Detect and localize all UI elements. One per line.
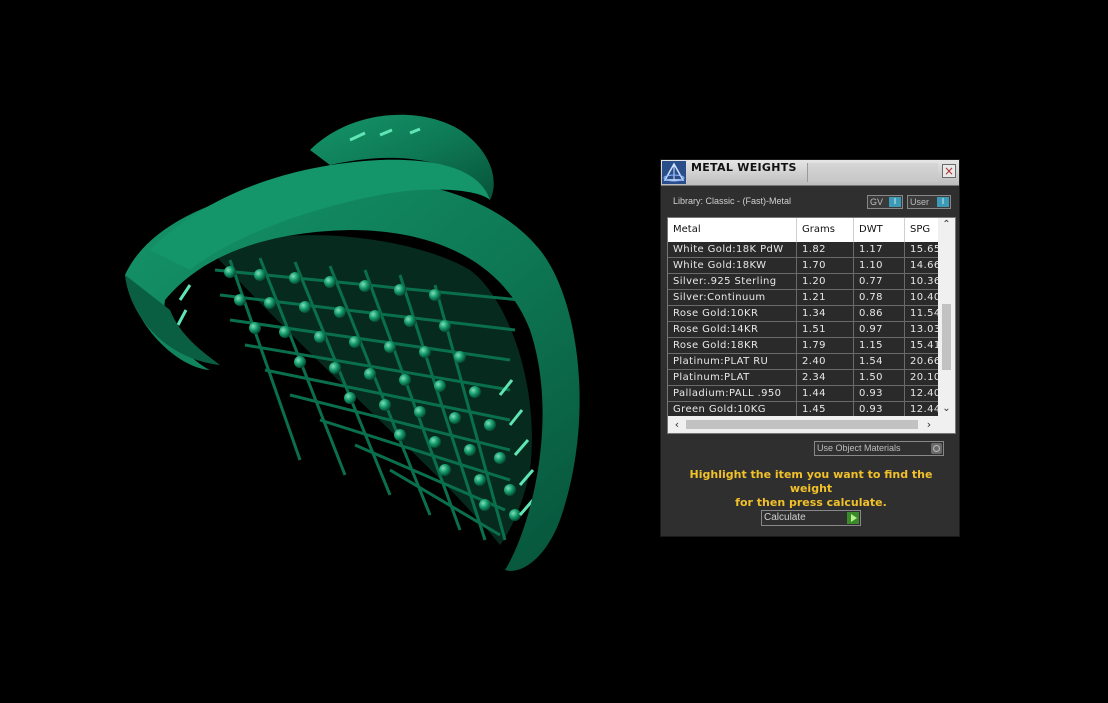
metal-table-viewport: Metal Grams DWT SPG White Gold:18K PdW 1.… bbox=[668, 218, 938, 416]
calculate-label: Calculate bbox=[764, 512, 806, 523]
table-row[interactable]: Platinum:PLAT 2.34 1.50 20.10 bbox=[668, 370, 938, 386]
cell-dwt: 0.86 bbox=[854, 306, 905, 321]
cell-metal: Rose Gold:14KR bbox=[668, 322, 797, 337]
cell-grams: 1.21 bbox=[797, 290, 854, 305]
cell-spg: 13.03 bbox=[905, 322, 938, 337]
ring-inner-back-band bbox=[210, 235, 532, 545]
metal-weights-dialog: METAL WEIGHTS × Library: Classic - (Fast… bbox=[660, 159, 960, 537]
cell-dwt: 1.10 bbox=[854, 258, 905, 273]
cell-grams: 1.20 bbox=[797, 274, 854, 289]
cell-grams: 1.44 bbox=[797, 386, 854, 401]
cell-metal: White Gold:18K PdW bbox=[668, 242, 797, 257]
3d-viewport[interactable]: METAL WEIGHTS × Library: Classic - (Fast… bbox=[0, 0, 1108, 703]
chevron-right-icon[interactable]: › bbox=[922, 416, 936, 433]
table-row[interactable]: Palladium:PALL .950 1.44 0.93 12.40 bbox=[668, 386, 938, 402]
cell-dwt: 1.50 bbox=[854, 370, 905, 385]
table-row[interactable]: White Gold:18K PdW 1.82 1.17 15.65 bbox=[668, 242, 938, 258]
cell-dwt: 1.54 bbox=[854, 354, 905, 369]
table-header-row: Metal Grams DWT SPG bbox=[668, 218, 938, 242]
horizontal-scrollbar[interactable]: ‹ › bbox=[668, 416, 955, 433]
table-row[interactable]: Platinum:PLAT RU 2.40 1.54 20.66 bbox=[668, 354, 938, 370]
cell-metal: Silver:Continuum bbox=[668, 290, 797, 305]
gv-toggle-label: GV bbox=[870, 197, 884, 207]
cell-dwt: 0.93 bbox=[854, 386, 905, 401]
cell-dwt: 0.77 bbox=[854, 274, 905, 289]
cell-spg: 15.65 bbox=[905, 242, 938, 257]
cell-dwt: 1.15 bbox=[854, 338, 905, 353]
cell-spg: 20.10 bbox=[905, 370, 938, 385]
vertical-scrollbar[interactable]: ⌃ ⌄ bbox=[938, 218, 955, 416]
vertical-scroll-thumb[interactable] bbox=[942, 304, 951, 370]
use-object-materials-label: Use Object Materials bbox=[817, 443, 901, 453]
user-toggle[interactable]: User I bbox=[907, 195, 951, 209]
cell-grams: 2.34 bbox=[797, 370, 854, 385]
cell-grams: 2.40 bbox=[797, 354, 854, 369]
instructions-line-1: Highlight the item you want to find the … bbox=[689, 468, 933, 495]
cell-metal: White Gold:18KW bbox=[668, 258, 797, 273]
metal-table[interactable]: Metal Grams DWT SPG White Gold:18K PdW 1.… bbox=[667, 217, 956, 434]
table-body: White Gold:18K PdW 1.82 1.17 15.65 White Gol… bbox=[668, 242, 938, 416]
cell-spg: 12.44 bbox=[905, 402, 938, 416]
pyramid-logo-icon bbox=[662, 161, 686, 184]
cell-dwt: 1.17 bbox=[854, 242, 905, 257]
column-header-spg[interactable]: SPG bbox=[905, 218, 938, 242]
cell-dwt: 0.93 bbox=[854, 402, 905, 416]
cell-metal: Green Gold:10KG bbox=[668, 402, 797, 416]
horizontal-scroll-thumb[interactable] bbox=[686, 420, 918, 429]
instructions-text: Highlight the item you want to find the … bbox=[671, 468, 951, 510]
table-row[interactable]: Green Gold:10KG 1.45 0.93 12.44 bbox=[668, 402, 938, 416]
cell-spg: 20.66 bbox=[905, 354, 938, 369]
user-toggle-label: User bbox=[910, 197, 930, 207]
cell-grams: 1.45 bbox=[797, 402, 854, 416]
cell-grams: 1.79 bbox=[797, 338, 854, 353]
play-icon bbox=[847, 512, 859, 524]
cell-spg: 10.36 bbox=[905, 274, 938, 289]
cell-metal: Platinum:PLAT bbox=[668, 370, 797, 385]
gv-toggle[interactable]: GV I bbox=[867, 195, 903, 209]
table-row[interactable]: Rose Gold:18KR 1.79 1.15 15.41 bbox=[668, 338, 938, 354]
cell-spg: 11.54 bbox=[905, 306, 938, 321]
dialog-title: METAL WEIGHTS bbox=[691, 161, 797, 174]
cell-grams: 1.70 bbox=[797, 258, 854, 273]
cell-spg: 14.66 bbox=[905, 258, 938, 273]
cell-grams: 1.82 bbox=[797, 242, 854, 257]
table-row[interactable]: Silver:.925 Sterling 1.20 0.77 10.36 bbox=[668, 274, 938, 290]
column-header-dwt[interactable]: DWT bbox=[854, 218, 905, 242]
close-button[interactable]: × bbox=[942, 164, 956, 178]
chevron-up-icon[interactable]: ⌃ bbox=[938, 218, 955, 232]
cell-dwt: 0.97 bbox=[854, 322, 905, 337]
column-header-metal[interactable]: Metal bbox=[668, 218, 797, 242]
cell-metal: Rose Gold:18KR bbox=[668, 338, 797, 353]
cell-metal: Silver:.925 Sterling bbox=[668, 274, 797, 289]
cell-spg: 10.40 bbox=[905, 290, 938, 305]
library-label: Library: Classic - (Fast)-Metal bbox=[673, 196, 792, 206]
close-icon: × bbox=[943, 164, 955, 178]
gv-toggle-knob: I bbox=[889, 197, 901, 207]
use-object-materials-button[interactable]: Use Object Materials bbox=[814, 441, 944, 456]
titlebar-grip bbox=[807, 163, 938, 182]
cell-metal: Rose Gold:10KR bbox=[668, 306, 797, 321]
calculate-button[interactable]: Calculate bbox=[761, 510, 861, 526]
table-row[interactable]: Rose Gold:10KR 1.34 0.86 11.54 bbox=[668, 306, 938, 322]
cell-metal: Palladium:PALL .950 bbox=[668, 386, 797, 401]
user-toggle-knob: I bbox=[937, 197, 949, 207]
cell-metal: Platinum:PLAT RU bbox=[668, 354, 797, 369]
chevron-left-icon[interactable]: ‹ bbox=[670, 416, 684, 433]
table-row[interactable]: Rose Gold:14KR 1.51 0.97 13.03 bbox=[668, 322, 938, 338]
table-row[interactable]: White Gold:18KW 1.70 1.10 14.66 bbox=[668, 258, 938, 274]
ring-model[interactable] bbox=[0, 0, 640, 703]
dialog-titlebar[interactable]: METAL WEIGHTS × bbox=[661, 160, 959, 186]
cell-dwt: 0.78 bbox=[854, 290, 905, 305]
cell-grams: 1.51 bbox=[797, 322, 854, 337]
instructions-line-2: for then press calculate. bbox=[735, 496, 887, 509]
radio-icon bbox=[931, 443, 942, 454]
column-header-grams[interactable]: Grams bbox=[797, 218, 854, 242]
cell-spg: 12.40 bbox=[905, 386, 938, 401]
table-row[interactable]: Silver:Continuum 1.21 0.78 10.40 bbox=[668, 290, 938, 306]
cell-grams: 1.34 bbox=[797, 306, 854, 321]
cell-spg: 15.41 bbox=[905, 338, 938, 353]
chevron-down-icon[interactable]: ⌄ bbox=[938, 402, 955, 416]
